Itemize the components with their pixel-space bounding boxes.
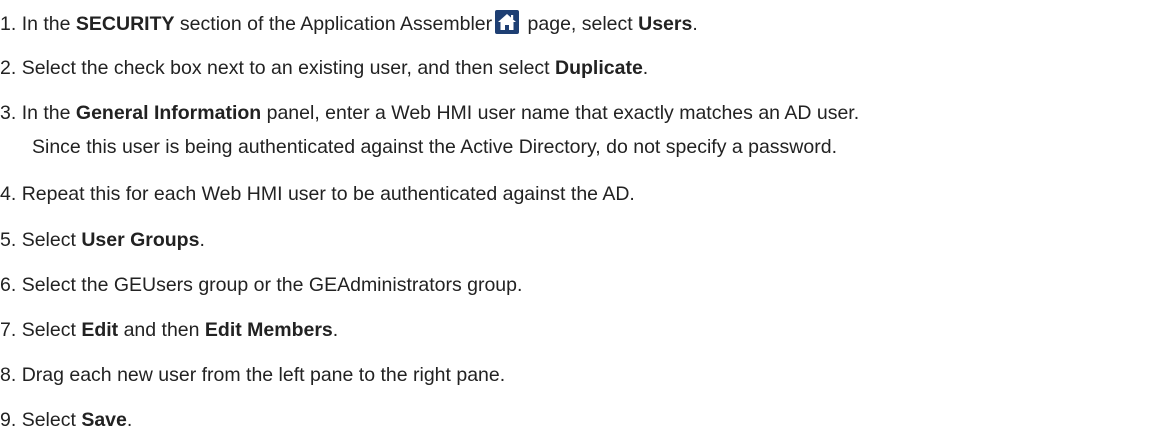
step-6: 6. Select the GEUsers group or the GEAdm… bbox=[0, 273, 522, 297]
step-number: 7. bbox=[0, 319, 17, 341]
step-text: Drag each new user from the left pane to… bbox=[21, 364, 506, 386]
step-text: Select the GEUsers group or the GEAdmini… bbox=[21, 274, 523, 296]
step-emphasis: Save bbox=[81, 409, 127, 431]
step-text: Select bbox=[21, 229, 82, 251]
step-emphasis: Edit bbox=[81, 319, 119, 341]
step-text: and then bbox=[118, 319, 205, 341]
step-text: . bbox=[126, 409, 133, 431]
home-icon bbox=[495, 10, 520, 34]
step-text: page, select bbox=[522, 13, 639, 35]
step-emphasis: User Groups bbox=[81, 229, 200, 251]
step-1: 1. In the SECURITY section of the Applic… bbox=[0, 10, 698, 36]
step-3: 3. In the General Information panel, ent… bbox=[0, 101, 859, 125]
step-number: 9. bbox=[0, 409, 17, 431]
step-number: 2. bbox=[0, 57, 17, 79]
step-7: 7. Select Edit and then Edit Members. bbox=[0, 318, 338, 342]
step-number: 6. bbox=[0, 274, 17, 296]
step-text: Select bbox=[21, 409, 82, 431]
step-number: 4. bbox=[0, 183, 17, 205]
step-number: 8. bbox=[0, 364, 17, 386]
step-number: 5. bbox=[0, 229, 17, 251]
step-number: 3. bbox=[0, 102, 17, 124]
step-text: section of the Application Assembler bbox=[174, 13, 493, 35]
step-emphasis: Edit Members bbox=[204, 319, 333, 341]
step-8: 8. Drag each new user from the left pane… bbox=[0, 363, 505, 387]
step-number: 1. bbox=[0, 13, 17, 35]
step-text: . bbox=[642, 57, 649, 79]
step-text: Select bbox=[21, 319, 82, 341]
step-4: 4. Repeat this for each Web HMI user to … bbox=[0, 182, 635, 206]
step-text: . bbox=[199, 229, 205, 251]
step-text: . bbox=[692, 13, 698, 35]
step-text: Repeat this for each Web HMI user to be … bbox=[21, 183, 635, 205]
step-3-continuation: Since this user is being authenticated a… bbox=[32, 136, 837, 158]
step-9: 9. Select Save. bbox=[0, 408, 132, 432]
step-text: In the bbox=[21, 102, 76, 124]
step-text: In the bbox=[21, 13, 76, 35]
step-2: 2. Select the check box next to an exist… bbox=[0, 56, 648, 80]
step-emphasis: Duplicate bbox=[555, 57, 643, 79]
step-5: 5. Select User Groups. bbox=[0, 228, 205, 252]
step-emphasis: General Information bbox=[75, 102, 262, 124]
step-text: panel, enter a Web HMI user name that ex… bbox=[261, 102, 860, 124]
step-emphasis: SECURITY bbox=[75, 13, 175, 35]
step-text: . bbox=[332, 319, 339, 341]
step-text: Select the check box next to an existing… bbox=[21, 57, 556, 79]
step-emphasis: Users bbox=[638, 13, 693, 35]
